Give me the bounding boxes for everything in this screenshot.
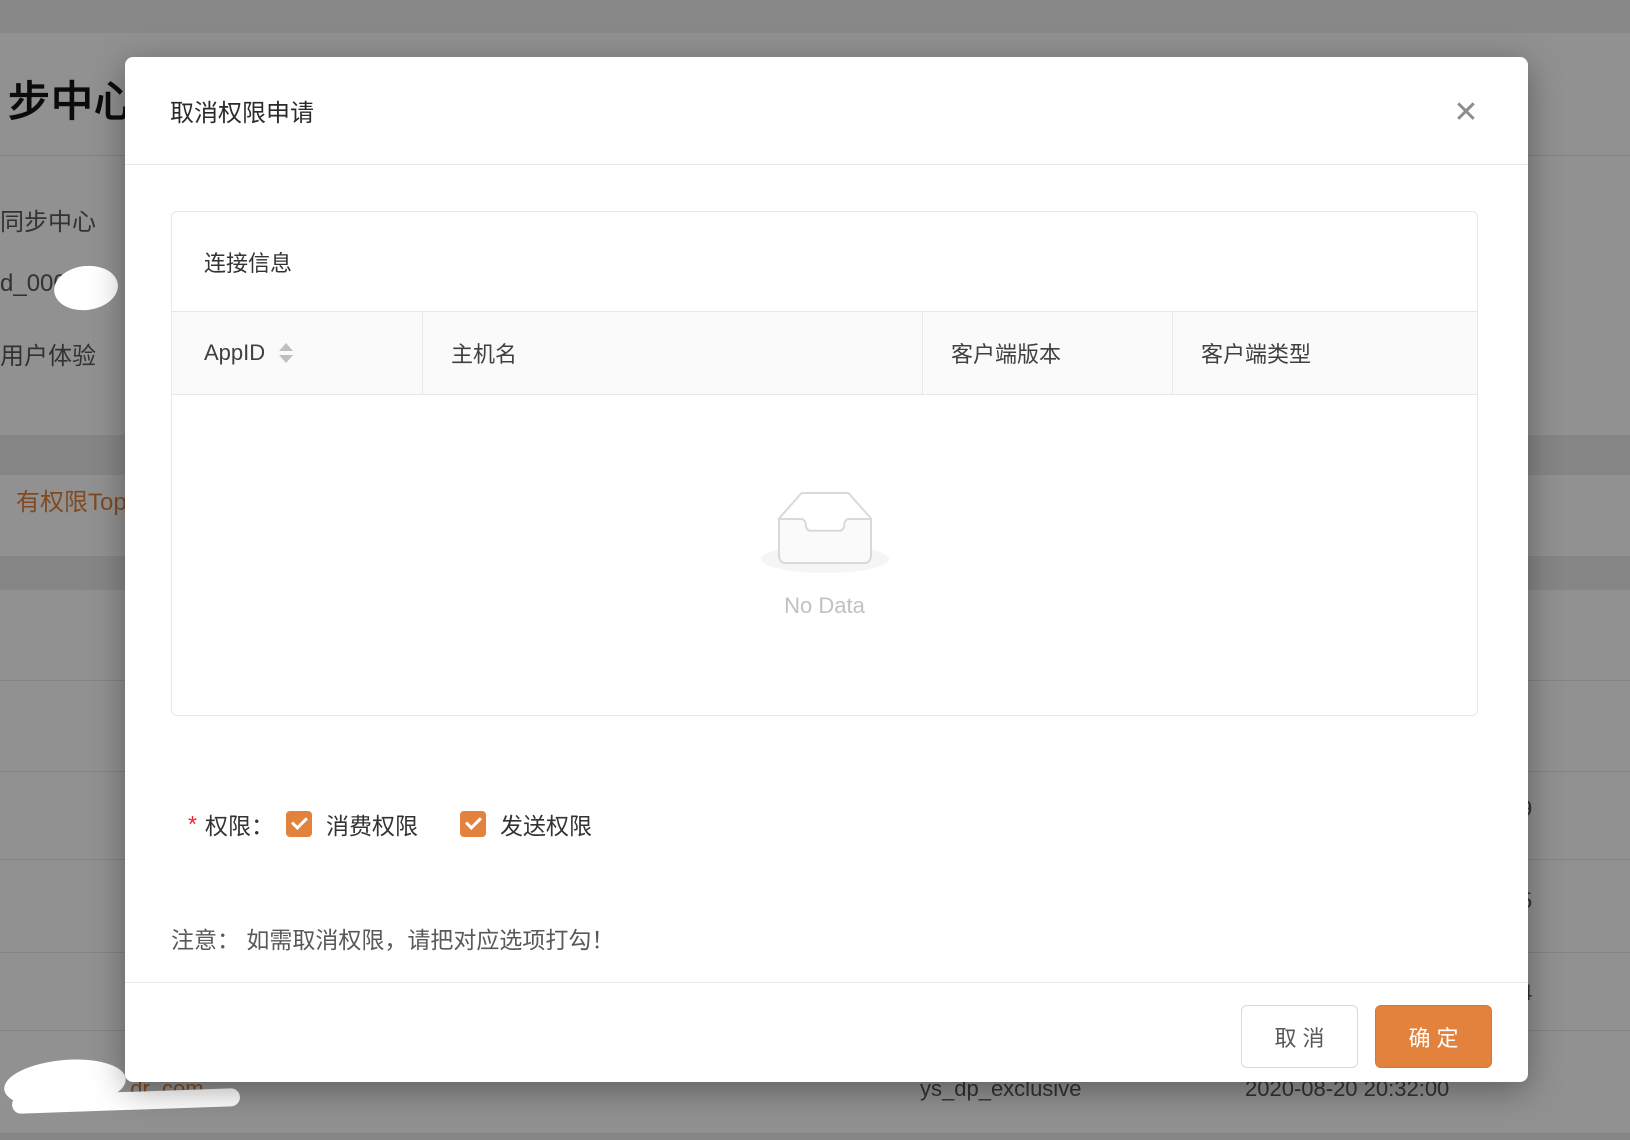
column-header-client-version: 客户端版本 [923,312,1173,394]
sort-carets-icon[interactable] [279,343,293,363]
send-permission-option: 发送权限 [460,807,592,841]
column-header-appid[interactable]: AppID [172,312,423,394]
caret-up-icon [279,343,293,351]
cancel-permission-dialog: 取消权限申请 ✕ 连接信息 AppID 主机名 客户端版本 [125,57,1528,1082]
consume-permission-checkbox[interactable] [286,811,312,837]
consume-permission-label[interactable]: 消费权限 [326,807,418,841]
cancel-button[interactable]: 取 消 [1241,1005,1358,1068]
column-header-client-type: 客户端类型 [1173,312,1477,394]
connection-info-title: 连接信息 [172,212,1477,311]
permission-field-row: * 权限： 消费权限 发送权限 [188,807,634,841]
empty-state-text: No Data [784,593,865,619]
column-header-hostname: 主机名 [423,312,923,394]
dialog-header: 取消权限申请 [125,57,1528,165]
confirm-button[interactable]: 确 定 [1375,1005,1492,1068]
connection-info-panel: 连接信息 AppID 主机名 客户端版本 客户端类型 [171,211,1478,716]
permission-field-label: 权限： [205,807,274,841]
send-permission-checkbox[interactable] [460,811,486,837]
consume-permission-option: 消费权限 [286,807,418,841]
empty-state: No Data [172,395,1477,715]
empty-inbox-icon [761,491,889,573]
screen: 步中心 同步中心 d_000 用户体验 有权限Top 9 5 4 _dr_com… [0,0,1630,1140]
dialog-title: 取消权限申请 [170,93,314,128]
note-text: 注意： 如需取消权限，请把对应选项打勾！ [171,921,614,955]
close-icon[interactable]: ✕ [1444,91,1488,135]
caret-down-icon [279,355,293,363]
required-asterisk: * [188,811,197,838]
send-permission-label[interactable]: 发送权限 [500,807,592,841]
table-header-row: AppID 主机名 客户端版本 客户端类型 [172,311,1477,395]
footer-divider [125,982,1528,983]
